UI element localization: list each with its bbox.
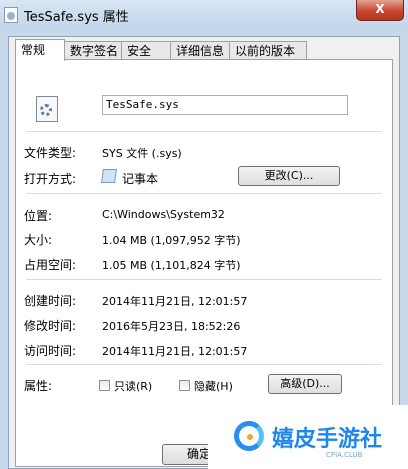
sys-file-icon <box>4 7 18 23</box>
notepad-icon <box>101 169 117 183</box>
divider <box>26 131 382 132</box>
title-bar: TesSafe.sys 属性 X <box>0 0 408 30</box>
size-on-disk-value: 1.05 MB (1,101,824 字节) <box>102 259 241 272</box>
watermark-logo: 嬉皮手游社 CPIA.CLUB <box>208 405 408 469</box>
readonly-checkbox[interactable] <box>99 380 110 391</box>
advanced-button[interactable]: 高级(D)... <box>268 374 342 394</box>
divider <box>26 364 382 365</box>
hidden-checkbox[interactable] <box>179 380 190 391</box>
readonly-label: 只读(R) <box>114 380 153 393</box>
file-type-label: 文件类型: <box>24 146 77 160</box>
divider <box>26 193 382 194</box>
size-label: 大小: <box>24 233 53 247</box>
tab-details[interactable]: 详细信息 <box>170 41 236 60</box>
size-value: 1.04 MB (1,097,952 字节) <box>102 234 241 247</box>
change-program-button[interactable]: 更改(C)... <box>238 166 340 186</box>
tab-general[interactable]: 常规 <box>15 39 65 61</box>
sys-file-icon <box>36 96 58 122</box>
created-label: 创建时间: <box>24 294 77 308</box>
tab-previous-versions[interactable]: 以前的版本 <box>229 41 307 60</box>
accessed-value: 2014年11月21日, 12:01:57 <box>102 345 248 358</box>
location-label: 位置: <box>24 209 53 223</box>
accessed-label: 访问时间: <box>24 344 77 358</box>
location-value: C:\Windows\System32 <box>102 208 225 221</box>
logo-icon <box>234 421 264 451</box>
divider <box>26 279 382 280</box>
modified-value: 2016年5月23日, 18:52:26 <box>102 320 241 333</box>
attributes-label: 属性: <box>24 379 53 393</box>
hidden-label: 隐藏(H) <box>194 380 233 393</box>
opens-with-label: 打开方式: <box>24 172 77 186</box>
watermark-subtext: CPIA.CLUB <box>326 451 363 459</box>
file-type-value: SYS 文件 (.sys) <box>102 147 182 160</box>
tab-security[interactable]: 安全 <box>121 41 175 60</box>
modified-label: 修改时间: <box>24 319 77 333</box>
created-value: 2014年11月21日, 12:01:57 <box>102 295 248 308</box>
size-on-disk-label: 占用空间: <box>24 258 77 272</box>
close-button[interactable]: X <box>356 0 404 21</box>
window-title: TesSafe.sys 属性 <box>24 10 129 25</box>
watermark-text: 嬉皮手游社 <box>272 427 383 452</box>
file-name-field[interactable]: TesSafe.sys <box>102 95 348 115</box>
opens-with-value: 记事本 <box>122 172 159 186</box>
